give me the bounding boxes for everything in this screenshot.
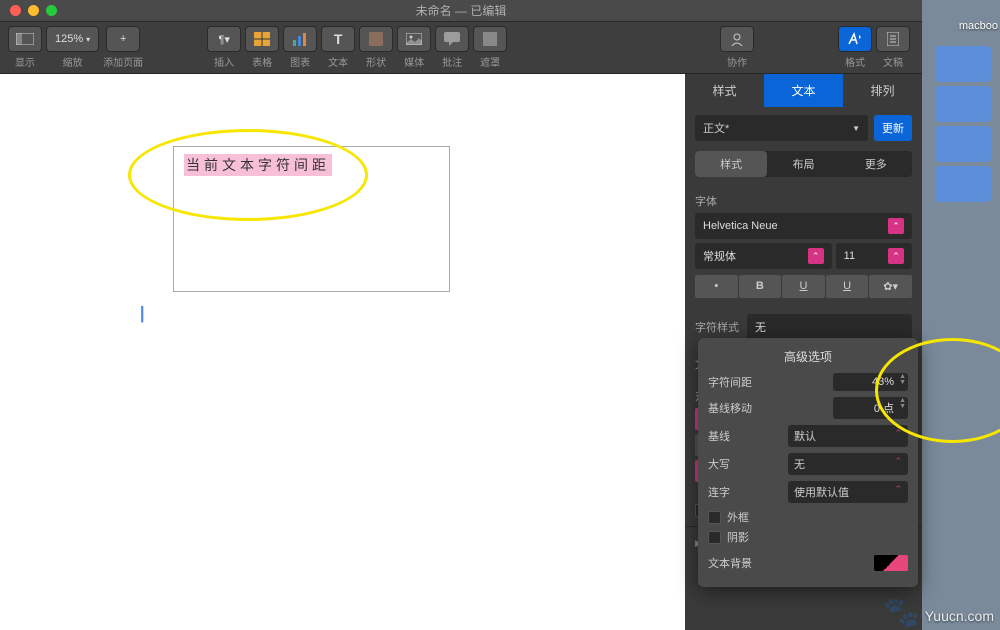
update-style-button[interactable]: 更新 [874,115,912,141]
text-bg-color-well[interactable] [874,555,908,571]
subtab-layout[interactable]: 布局 [767,151,839,177]
insertion-cursor-icon: ┃ [138,306,146,323]
baseline-shift-input[interactable]: 0 点▲▼ [833,397,908,419]
paw-icon: 🐾 [883,595,920,630]
watermark: Yuucn.com [925,608,994,624]
zoom-label: 缩放 [63,54,83,69]
outline-checkbox[interactable]: 外框 [708,509,908,525]
ligature-select[interactable]: 使用默认值⌃ [788,481,908,503]
collaborate-button[interactable] [720,26,754,52]
shape-button[interactable] [359,26,393,52]
table-button[interactable] [245,26,279,52]
text-color-dot-button[interactable]: • [695,275,738,298]
font-weight-select[interactable]: 常规体⌃ [695,243,832,269]
view-menu-button[interactable] [8,26,42,52]
char-style-label: 字符样式 [695,319,739,335]
popover-title: 高级选项 [708,348,908,365]
format-button[interactable] [838,26,872,52]
desktop-icons [926,42,1000,206]
document-button[interactable] [876,26,910,52]
tab-arrange[interactable]: 排列 [843,74,922,107]
insert-button[interactable]: ¶▾ [207,26,241,52]
media-button[interactable] [397,26,431,52]
text-button[interactable]: T [321,26,355,52]
caps-select[interactable]: 无⌃ [788,453,908,475]
titlebar: 未命名 — 已编辑 [0,0,922,22]
text-bg-label: 文本背景 [708,555,752,571]
baseline-shift-label: 基线移动 [708,400,752,416]
minimize-window-button[interactable] [28,5,39,16]
fullscreen-window-button[interactable] [46,5,57,16]
font-size-input[interactable]: 11⌃ [836,243,912,269]
tab-text[interactable]: 文本 [764,74,843,107]
shadow-checkbox[interactable]: 阴影 [708,529,908,545]
comment-button[interactable] [435,26,469,52]
caps-label: 大写 [708,456,730,472]
font-family-select[interactable]: Helvetica Neue⌃ [695,213,912,239]
bold-button[interactable]: B [739,275,782,298]
char-spacing-label: 字符间距 [708,374,752,390]
add-page-label: 添加页面 [103,54,143,69]
char-style-select[interactable]: 无 [747,314,912,340]
document-canvas[interactable]: 当前文本字符间距 ┃ [0,74,685,630]
char-spacing-input[interactable]: 43%▲▼ [833,373,908,391]
paragraph-style-select[interactable]: 正文*▼ [695,115,868,141]
mask-button[interactable] [473,26,507,52]
font-label: 字体 [695,193,912,209]
desktop-file-label: macboo [959,20,998,32]
inspector-tabs: 样式 文本 排列 [685,74,922,107]
advanced-options-popover: 高级选项 字符间距 43%▲▼ 基线移动 0 点▲▼ 基线 默认⌃ 大写 无⌃ … [698,338,918,587]
add-page-button[interactable]: + [106,26,140,52]
app-window: 未命名 — 已编辑 显示 125% ▾ 缩放 + 添加页面 ¶▾ 插入 表格 图… [0,0,922,630]
baseline-select[interactable]: 默认⌃ [788,425,908,447]
subtab-more[interactable]: 更多 [840,151,912,177]
selected-text[interactable]: 当前文本字符间距 [184,154,332,176]
underline-button[interactable]: U [826,275,869,298]
close-window-button[interactable] [10,5,21,16]
toolbar: 显示 125% ▾ 缩放 + 添加页面 ¶▾ 插入 表格 图表 T 文本 形 [0,22,922,74]
chart-button[interactable] [283,26,317,52]
advanced-font-button[interactable]: ✿▾ [869,275,912,298]
window-title: 未命名 — 已编辑 [416,2,507,19]
italic-button[interactable]: U [782,275,825,298]
view-label: 显示 [15,54,35,69]
subtab-style[interactable]: 样式 [695,151,767,177]
ligature-label: 连字 [708,484,730,500]
tab-style[interactable]: 样式 [685,74,764,107]
baseline-label: 基线 [708,428,730,444]
zoom-select[interactable]: 125% ▾ [46,26,99,52]
